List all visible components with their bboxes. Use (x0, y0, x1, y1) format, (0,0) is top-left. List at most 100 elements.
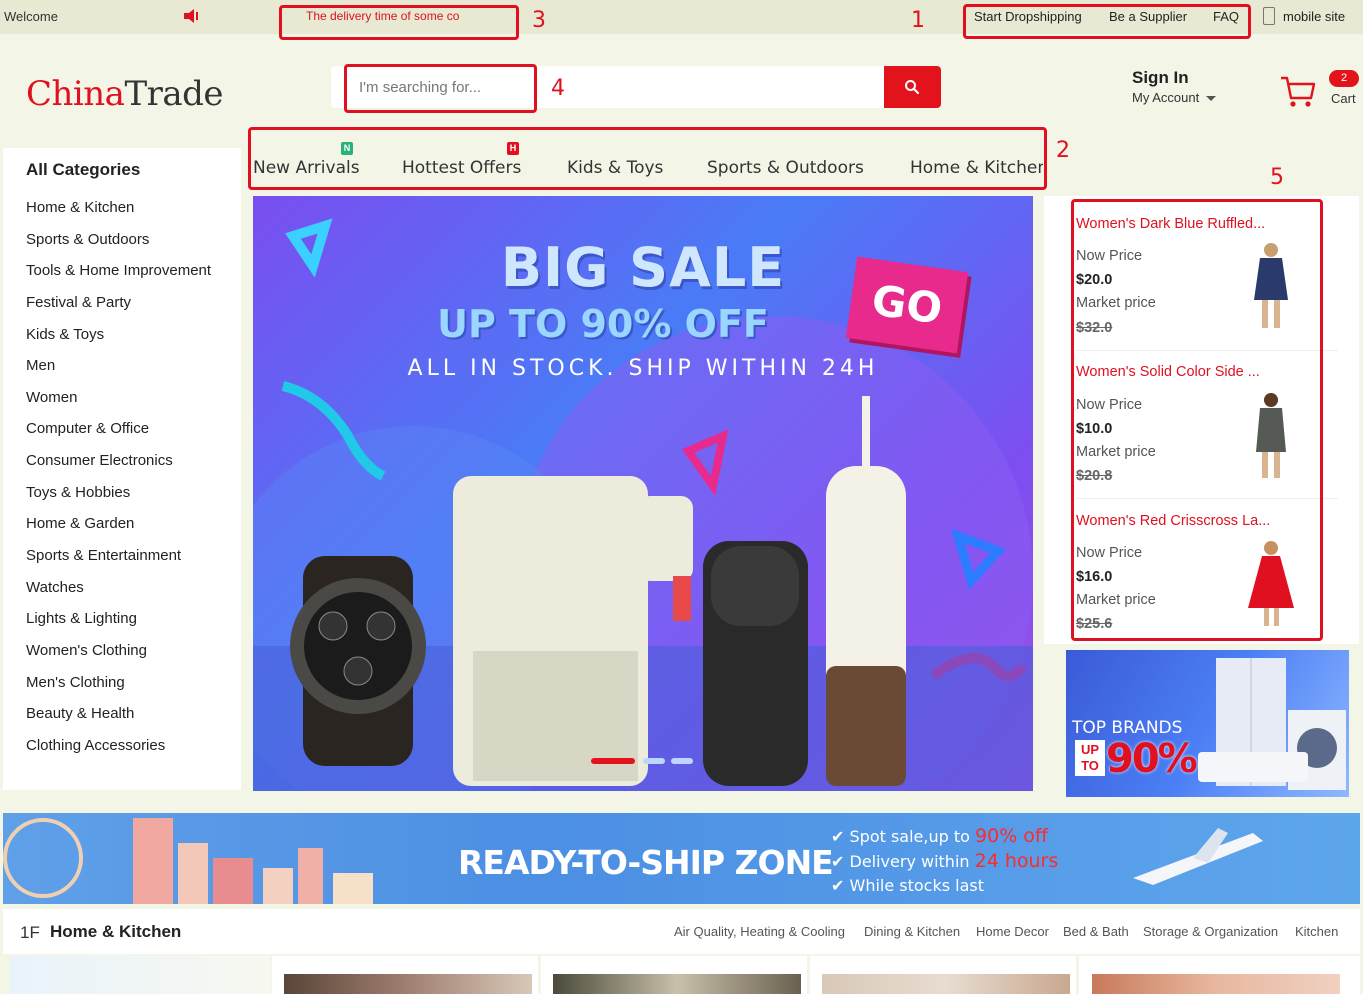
floor-link-bed-bath[interactable]: Bed & Bath (1063, 924, 1129, 939)
now-price-label: Now Price (1076, 248, 1143, 264)
cart-label[interactable]: Cart (1331, 91, 1356, 106)
tab-home-kitchen[interactable]: Home & Kitchen (910, 158, 1043, 178)
annotation-marker-1: 1 (911, 8, 925, 33)
category-item[interactable]: Beauty & Health (26, 705, 211, 737)
ready-to-ship-title: READY-TO-SHIP ZONE (458, 843, 834, 882)
category-item[interactable]: Sports & Entertainment (26, 547, 211, 579)
tab-new-arrivals[interactable]: New Arrivals (253, 158, 360, 178)
new-badge: N (341, 142, 353, 155)
faq-link[interactable]: FAQ (1213, 9, 1239, 24)
logo-hina: hina (51, 74, 125, 114)
annotation-marker-3: 3 (532, 8, 546, 33)
all-categories-title: All Categories (26, 160, 141, 179)
to-text: TO (1081, 758, 1099, 773)
floor-tile-image (553, 974, 801, 994)
product-divider (1076, 350, 1338, 351)
speaker-icon (184, 9, 198, 23)
delivery-notice[interactable]: The delivery time of some co (306, 9, 459, 23)
floor-link-storage[interactable]: Storage & Organization (1143, 924, 1278, 939)
floor-title[interactable]: Home & Kitchen (50, 922, 181, 942)
annotation-marker-4: 4 (551, 76, 565, 101)
category-item[interactable]: Lights & Lighting (26, 610, 211, 642)
floor-link-kitchen[interactable]: Kitchen (1295, 924, 1338, 939)
shopping-cart-icon[interactable] (1279, 72, 1317, 110)
search-input[interactable] (331, 66, 884, 108)
annotation-marker-2: 2 (1056, 138, 1070, 163)
delivery-highlight: 24 hours (974, 850, 1059, 872)
product-name[interactable]: Women's Dark Blue Ruffled... (1076, 216, 1265, 232)
mobile-phone-icon (1263, 7, 1275, 25)
check-icon: ✔ (831, 876, 850, 895)
search-icon (905, 80, 920, 95)
search-button[interactable] (884, 66, 941, 108)
tab-hottest-offers[interactable]: Hottest Offers (402, 158, 521, 178)
category-item[interactable]: Sports & Outdoors (26, 231, 211, 263)
now-price: $20.0 (1076, 272, 1113, 288)
category-item[interactable]: Kids & Toys (26, 326, 211, 358)
category-item[interactable]: Men (26, 357, 211, 389)
category-item[interactable]: Clothing Accessories (26, 737, 211, 769)
cart-count-badge: 2 (1329, 70, 1359, 87)
stocks-text: While stocks last (849, 876, 985, 895)
floor-link-air-quality[interactable]: Air Quality, Heating & Cooling (674, 924, 845, 939)
check-icon: ✔ (831, 852, 850, 871)
go-button[interactable]: GO (845, 256, 969, 354)
category-item[interactable]: Men's Clothing (26, 674, 211, 706)
delivery-text: Delivery within (849, 852, 975, 871)
floor-link-dining[interactable]: Dining & Kitchen (864, 924, 960, 939)
tab-sports-outdoors[interactable]: Sports & Outdoors (707, 158, 864, 178)
now-price: $16.0 (1076, 569, 1113, 585)
mobile-site-link[interactable]: mobile site (1283, 9, 1345, 24)
market-price: $25.6 (1076, 616, 1113, 632)
market-price-label: Market price (1076, 592, 1156, 608)
category-item[interactable]: Tools & Home Improvement (26, 262, 211, 294)
now-price-label: Now Price (1076, 545, 1143, 561)
hot-badge: H (507, 142, 519, 155)
floor-link-home-decor[interactable]: Home Decor (976, 924, 1049, 939)
logo-trade: Trade (124, 74, 224, 114)
market-price: $32.0 (1076, 320, 1113, 336)
category-item[interactable]: Home & Kitchen (26, 199, 211, 231)
china-trade-logo[interactable]: ChinaTrade (26, 74, 224, 114)
carousel-dot[interactable] (643, 758, 665, 764)
tab-kids-toys[interactable]: Kids & Toys (567, 158, 663, 178)
hero-tagline: ALL IN STOCK. SHIP WITHIN 24H (407, 356, 879, 381)
product-image-dress-grey[interactable] (1238, 390, 1304, 482)
top-brands-title: TOP BRANDS (1072, 718, 1183, 738)
welcome-text: Welcome (4, 9, 58, 24)
product-divider (1076, 498, 1338, 499)
category-item[interactable]: Toys & Hobbies (26, 484, 211, 516)
market-price: $20.8 (1076, 468, 1113, 484)
product-name[interactable]: Women's Red Crisscross La... (1076, 513, 1270, 529)
carousel-dot[interactable] (671, 758, 693, 764)
stocks-line: ✔ While stocks last (831, 876, 984, 895)
product-image-dress-blue[interactable] (1238, 240, 1304, 332)
product-name[interactable]: Women's Solid Color Side ... (1076, 364, 1260, 380)
now-price: $10.0 (1076, 421, 1113, 437)
ready-to-ship-banner[interactable]: READY-TO-SHIP ZONE ✔ Spot sale,up to 90%… (3, 813, 1360, 904)
spot-sale-text: Spot sale,up to (849, 827, 976, 846)
top-brands-banner[interactable]: TOP BRANDS UP TO 90% (1066, 650, 1349, 797)
sign-in-link[interactable]: Sign In (1132, 68, 1189, 88)
floor-header: 1F Home & Kitchen Air Quality, Heating &… (3, 909, 1360, 954)
start-dropshipping-link[interactable]: Start Dropshipping (974, 9, 1082, 24)
now-price-label: Now Price (1076, 397, 1143, 413)
category-item[interactable]: Consumer Electronics (26, 452, 211, 484)
hero-banner[interactable]: BIG SALE UP TO 90% OFF ALL IN STOCK. SHI… (253, 196, 1033, 791)
up-text: UP (1080, 742, 1100, 757)
floor-tile[interactable] (10, 956, 270, 994)
category-item[interactable]: Watches (26, 579, 211, 611)
category-item[interactable]: Women's Clothing (26, 642, 211, 674)
check-icon: ✔ (831, 827, 850, 846)
category-item[interactable]: Home & Garden (26, 515, 211, 547)
my-account-dropdown[interactable]: My Account (1132, 90, 1216, 105)
carousel-dot-active[interactable] (591, 758, 635, 764)
category-item[interactable]: Festival & Party (26, 294, 211, 326)
category-item[interactable]: Women (26, 389, 211, 421)
spot-sale-line: ✔ Spot sale,up to 90% off (831, 825, 1048, 847)
product-image-dress-red[interactable] (1238, 538, 1304, 630)
be-a-supplier-link[interactable]: Be a Supplier (1109, 9, 1187, 24)
market-price-label: Market price (1076, 295, 1156, 311)
category-item[interactable]: Computer & Office (26, 420, 211, 452)
brands-discount: 90% (1106, 736, 1198, 782)
